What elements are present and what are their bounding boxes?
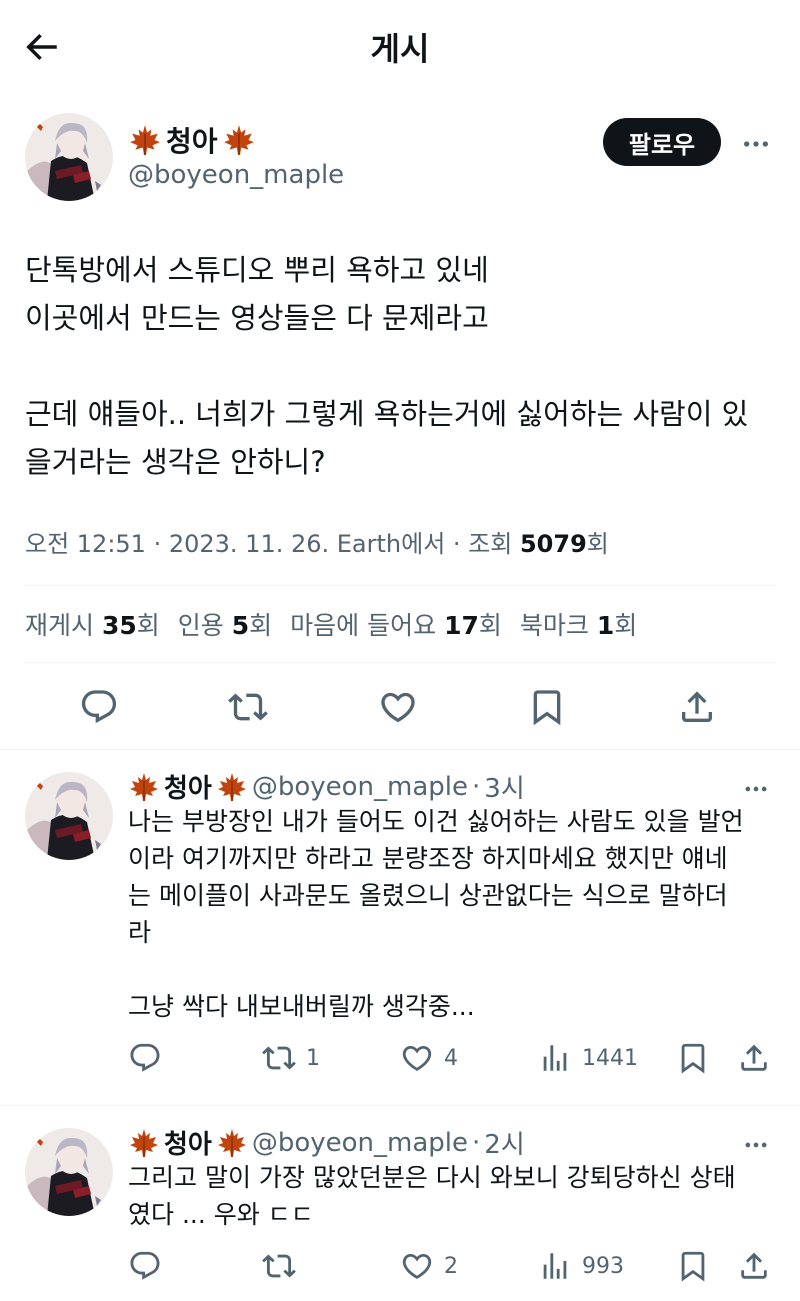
reply-header: 청아 @boyeon_maple · 2시 [128, 1124, 525, 1161]
divider [25, 585, 775, 586]
avatar[interactable] [25, 772, 113, 860]
separator-dot: · [472, 1127, 481, 1158]
reply-icon[interactable] [79, 687, 119, 727]
stat-value: 35 [101, 611, 137, 640]
divider [0, 1105, 800, 1106]
heart-icon[interactable] [378, 687, 418, 727]
bookmark-icon [676, 1041, 710, 1075]
like-count: 2 [444, 1253, 458, 1279]
view-count-suffix: 회 [586, 530, 609, 558]
divider [25, 662, 775, 663]
stat-likes[interactable]: 마음에 들어요 17회 [290, 606, 502, 642]
views-button[interactable]: 993 [538, 1249, 624, 1283]
reply-time[interactable]: 2시 [484, 1124, 524, 1161]
stat-label: 북마크 [519, 611, 589, 640]
reply-text: 그리고 말이 가장 많았던분은 다시 와보니 강퇴당하신 상태 였다 ... 우… [128, 1163, 736, 1229]
bookmark-button[interactable] [676, 1249, 710, 1283]
stat-value: 17 [444, 611, 479, 640]
more-dots-icon[interactable] [742, 1131, 770, 1159]
stat-value: 1 [596, 611, 615, 640]
heart-icon [400, 1249, 434, 1283]
author-handle[interactable]: @boyeon_maple [252, 772, 468, 802]
maple-leaf-icon [128, 1127, 160, 1159]
views-count: 1441 [582, 1045, 638, 1071]
post-meta: 오전 12:51 · 2023. 11. 26. Earth에서 · 조회 50… [25, 524, 609, 559]
page-title: 게시 [370, 30, 430, 68]
post-meta-text: 오전 12:51 · 2023. 11. 26. Earth에서 · 조회 [25, 530, 520, 558]
reply-icon [128, 1249, 162, 1283]
reply-time[interactable]: 3시 [484, 768, 524, 805]
view-count: 5079 [519, 530, 587, 558]
maple-leaf-icon [128, 123, 162, 157]
stat-label: 재게시 [25, 611, 95, 640]
stat-label: 인용 [177, 611, 224, 640]
post-text: 단톡방에서 스튜디오 뿌리 욕하고 있네 이곳에서 만드는 영상들은 다 문제라… [25, 253, 749, 479]
stat-bookmarks[interactable]: 북마크 1회 [520, 606, 637, 642]
follow-button[interactable]: 팔로우 [603, 118, 721, 166]
retweet-icon [262, 1249, 296, 1283]
stat-label: 마음에 들어요 [290, 611, 437, 640]
divider [0, 749, 800, 750]
retweet-count: 1 [306, 1045, 320, 1071]
reply-button[interactable] [128, 1041, 162, 1075]
share-icon [737, 1249, 771, 1283]
avatar[interactable] [25, 1128, 113, 1216]
retweet-button[interactable]: 1 [262, 1041, 320, 1075]
reply-icon [128, 1041, 162, 1075]
share-icon [737, 1041, 771, 1075]
stat-suffix: 회 [249, 611, 273, 640]
author-name-text[interactable]: 청아 [164, 768, 212, 805]
views-button[interactable]: 1441 [538, 1041, 638, 1075]
bookmark-button[interactable] [676, 1041, 710, 1075]
avatar[interactable] [25, 113, 113, 201]
author-handle[interactable]: @boyeon_maple [252, 1128, 468, 1158]
like-count: 4 [444, 1045, 458, 1071]
separator-dot: · [472, 771, 481, 802]
stat-value: 5 [231, 611, 250, 640]
stat-reposts[interactable]: 재게시 35회 [25, 606, 160, 642]
bookmark-icon [676, 1249, 710, 1283]
share-icon[interactable] [677, 687, 717, 727]
share-button[interactable] [737, 1249, 771, 1283]
stat-quotes[interactable]: 인용 5회 [178, 606, 272, 642]
stat-suffix: 회 [136, 611, 160, 640]
retweet-button[interactable] [262, 1249, 306, 1283]
reply-header: 청아 @boyeon_maple · 3시 [128, 768, 525, 805]
stat-suffix: 회 [478, 611, 502, 640]
views-bar-icon [538, 1041, 572, 1075]
bookmark-icon[interactable] [527, 687, 567, 727]
reply-text: 나는 부방장인 내가 들어도 이건 싫어하는 사람도 있을 발언 이라 여기까지… [128, 807, 744, 1021]
author-name-text: 청아 [166, 125, 218, 158]
author-name-text[interactable]: 청아 [164, 1124, 212, 1161]
views-count: 993 [582, 1253, 624, 1279]
maple-leaf-icon [216, 1127, 248, 1159]
author-handle[interactable]: @boyeon_maple [128, 160, 344, 190]
maple-leaf-icon [128, 771, 160, 803]
author-name[interactable]: 청아 [128, 120, 256, 160]
heart-icon [400, 1041, 434, 1075]
top-bar: 게시 [0, 0, 800, 92]
engagement-stats: 재게시 35회 인용 5회 마음에 들어요 17회 북마크 1회 [25, 606, 637, 642]
maple-leaf-icon [222, 123, 256, 157]
maple-leaf-icon [216, 771, 248, 803]
like-button[interactable]: 4 [400, 1041, 458, 1075]
stat-suffix: 회 [614, 611, 638, 640]
share-button[interactable] [737, 1041, 771, 1075]
retweet-icon [262, 1041, 296, 1075]
more-dots-icon[interactable] [740, 128, 772, 160]
more-dots-icon[interactable] [742, 775, 770, 803]
retweet-icon[interactable] [228, 687, 268, 727]
views-bar-icon [538, 1249, 572, 1283]
reply-button[interactable] [128, 1249, 162, 1283]
like-button[interactable]: 2 [400, 1249, 458, 1283]
